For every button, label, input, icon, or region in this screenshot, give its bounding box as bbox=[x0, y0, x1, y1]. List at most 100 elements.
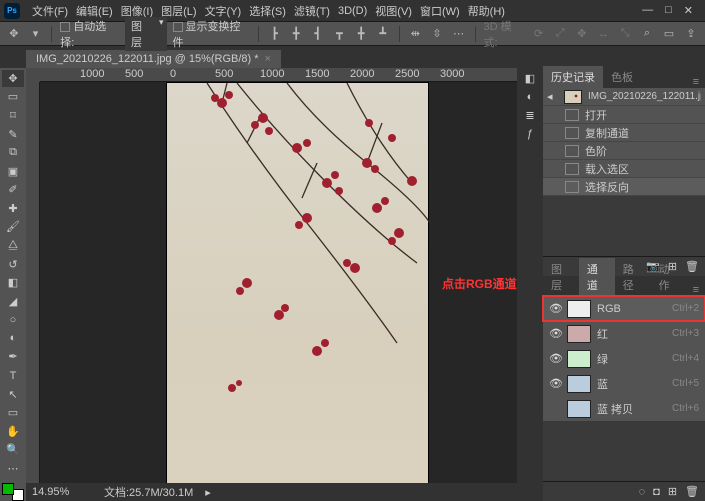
share-icon[interactable]: ⇪ bbox=[683, 26, 699, 42]
eyedropper-tool[interactable]: ✐ bbox=[2, 181, 24, 198]
align-right-icon[interactable]: ┫ bbox=[310, 26, 326, 42]
close-icon[interactable]: ✕ bbox=[684, 4, 693, 17]
history-brush-tool[interactable]: ↺ bbox=[2, 256, 24, 273]
gradient-tool[interactable]: ◢ bbox=[2, 293, 24, 310]
document-tab[interactable]: IMG_20210226_122011.jpg @ 15%(RGB/8) * × bbox=[26, 50, 281, 68]
history-panel-menu-icon[interactable]: ≡ bbox=[687, 76, 705, 88]
move-tool-icon: ✥ bbox=[6, 26, 22, 42]
tab-paths[interactable]: 路径 bbox=[615, 258, 651, 296]
chevron-down-icon[interactable]: ▾ bbox=[28, 26, 44, 42]
history-source-row[interactable]: ◂ IMG_20210226_122011.jpg bbox=[543, 88, 705, 106]
menu-filter[interactable]: 滤镜(T) bbox=[294, 3, 330, 19]
color-swatches[interactable] bbox=[2, 483, 24, 501]
menu-3d[interactable]: 3D(D) bbox=[338, 5, 367, 17]
channel-row[interactable]: 👁蓝Ctrl+5 bbox=[543, 371, 705, 396]
channel-row[interactable]: 蓝 拷贝Ctrl+6 bbox=[543, 396, 705, 421]
brush-tool[interactable]: 🖌 bbox=[2, 219, 24, 236]
search-icon[interactable]: ⌕ bbox=[639, 26, 655, 42]
history-step[interactable]: 色阶 bbox=[543, 142, 705, 160]
new-channel-icon[interactable]: ⊞ bbox=[668, 485, 677, 498]
channels-footer: ◌ ◘ ⊞ 🗑 bbox=[543, 481, 705, 501]
tab-channels[interactable]: 通道 bbox=[579, 258, 615, 296]
close-tab-icon[interactable]: × bbox=[265, 53, 271, 65]
panel-props-icon[interactable]: ≣ bbox=[525, 109, 534, 122]
panel-styles-icon[interactable]: ƒ bbox=[527, 128, 533, 140]
workspace-icon[interactable]: ▭ bbox=[661, 26, 677, 42]
lasso-tool[interactable]: ⌑ bbox=[2, 107, 24, 124]
align-left-icon[interactable]: ┣ bbox=[267, 26, 283, 42]
tab-actions[interactable]: 动作 bbox=[651, 258, 687, 296]
pan-3d-icon[interactable]: ✥ bbox=[574, 26, 590, 42]
show-transform-checkbox[interactable]: 显示变换控件 bbox=[173, 18, 250, 50]
pen-tool[interactable]: ✒ bbox=[2, 349, 24, 366]
menu-select[interactable]: 选择(S) bbox=[249, 3, 286, 19]
delete-state-icon[interactable]: 🗑 bbox=[685, 260, 699, 273]
menu-window[interactable]: 窗口(W) bbox=[420, 3, 460, 19]
more-align-icon[interactable]: ⋯ bbox=[451, 26, 467, 42]
frame-tool[interactable]: ▣ bbox=[2, 163, 24, 180]
align-center-h-icon[interactable]: ╋ bbox=[288, 26, 304, 42]
tab-swatches[interactable]: 色板 bbox=[603, 66, 641, 88]
orbit-3d-icon[interactable]: ⟳ bbox=[531, 26, 547, 42]
healing-tool[interactable]: ✚ bbox=[2, 200, 24, 217]
maximize-icon[interactable]: □ bbox=[665, 4, 672, 17]
zoom-readout[interactable]: 14.95% bbox=[32, 486, 92, 498]
path-select-tool[interactable]: ↖ bbox=[2, 386, 24, 403]
history-step[interactable]: 打开 bbox=[543, 106, 705, 124]
foreground-swatch[interactable] bbox=[2, 483, 14, 495]
move-tool[interactable]: ✥ bbox=[2, 70, 24, 87]
stamp-tool[interactable]: ⧋ bbox=[2, 237, 24, 254]
quick-select-tool[interactable]: ✎ bbox=[2, 126, 24, 143]
channel-thumb bbox=[567, 350, 591, 368]
history-step[interactable]: 选择反向 bbox=[543, 178, 705, 196]
slide-3d-icon[interactable]: ↔ bbox=[596, 26, 612, 42]
hand-tool[interactable]: ✋ bbox=[2, 423, 24, 440]
channel-row[interactable]: 👁RGBCtrl+2 bbox=[543, 296, 705, 321]
panel-adjust-icon[interactable]: ◐ bbox=[527, 91, 534, 103]
visibility-eye-icon[interactable]: 👁 bbox=[549, 352, 561, 365]
shape-tool[interactable]: ▭ bbox=[2, 404, 24, 421]
tab-layers[interactable]: 图层 bbox=[543, 258, 579, 296]
history-step[interactable]: 载入选区 bbox=[543, 160, 705, 178]
document-image[interactable] bbox=[166, 82, 429, 499]
roll-3d-icon[interactable]: ⤢ bbox=[552, 26, 568, 42]
auto-select-dropdown[interactable]: 图层 bbox=[125, 17, 167, 51]
type-tool[interactable]: T bbox=[2, 367, 24, 384]
edit-toolbar[interactable]: ⋯ bbox=[2, 460, 24, 477]
delete-channel-icon[interactable]: 🗑 bbox=[685, 485, 699, 498]
crop-tool[interactable]: ⧉ bbox=[2, 144, 24, 161]
history-panel-tabs: 历史记录 色板 ≡ bbox=[543, 68, 705, 88]
channels-panel-menu-icon[interactable]: ≡ bbox=[687, 284, 705, 296]
minimize-icon[interactable]: — bbox=[642, 4, 653, 17]
zoom-tool[interactable]: 🔍 bbox=[2, 442, 24, 459]
canvas-area[interactable]: 1000 500 0 500 1000 1500 2000 2500 3000 bbox=[26, 68, 517, 501]
blur-tool[interactable]: ○ bbox=[2, 312, 24, 329]
align-center-v-icon[interactable]: ╋ bbox=[353, 26, 369, 42]
eraser-tool[interactable]: ◧ bbox=[2, 274, 24, 291]
menu-view[interactable]: 视图(V) bbox=[375, 3, 412, 19]
marquee-tool[interactable]: ▭ bbox=[2, 89, 24, 106]
channel-row[interactable]: 👁红Ctrl+3 bbox=[543, 321, 705, 346]
tab-history[interactable]: 历史记录 bbox=[543, 66, 603, 88]
distribute-h-icon[interactable]: ⇹ bbox=[408, 26, 424, 42]
menu-edit[interactable]: 编辑(E) bbox=[76, 3, 113, 19]
ruler-horizontal: 1000 500 0 500 1000 1500 2000 2500 3000 bbox=[40, 68, 517, 82]
visibility-eye-icon[interactable]: 👁 bbox=[549, 377, 561, 390]
load-selection-icon[interactable]: ◌ bbox=[639, 486, 646, 498]
save-selection-icon[interactable]: ◘ bbox=[653, 486, 660, 498]
panel-color-icon[interactable]: ◧ bbox=[525, 72, 535, 85]
menu-type[interactable]: 文字(Y) bbox=[205, 3, 242, 19]
status-flyout-icon[interactable]: ▸ bbox=[205, 486, 211, 499]
visibility-eye-icon[interactable]: 👁 bbox=[549, 302, 561, 315]
visibility-eye-icon[interactable]: 👁 bbox=[549, 327, 561, 340]
scale-3d-icon[interactable]: ⤡ bbox=[617, 26, 633, 42]
dodge-tool[interactable]: ◐ bbox=[2, 330, 24, 347]
distribute-v-icon[interactable]: ⇳ bbox=[429, 26, 445, 42]
align-bottom-icon[interactable]: ┻ bbox=[375, 26, 391, 42]
menu-help[interactable]: 帮助(H) bbox=[468, 3, 505, 19]
menu-file[interactable]: 文件(F) bbox=[32, 3, 68, 19]
channel-row[interactable]: 👁绿Ctrl+4 bbox=[543, 346, 705, 371]
history-step[interactable]: 复制通道 bbox=[543, 124, 705, 142]
auto-select-checkbox[interactable]: 自动选择: bbox=[60, 18, 119, 50]
align-top-icon[interactable]: ┳ bbox=[332, 26, 348, 42]
